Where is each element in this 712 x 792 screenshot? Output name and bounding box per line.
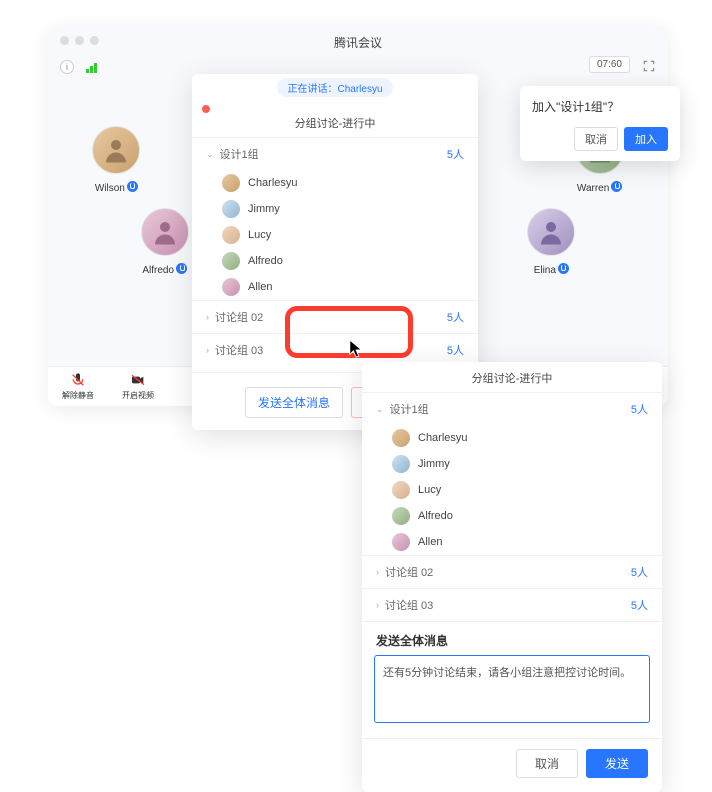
join-group-dialog: 加入"设计1组"？ 取消 加入: [520, 86, 680, 161]
chevron-right-icon: ›: [206, 312, 209, 322]
member-name: Jimmy: [248, 203, 280, 215]
send-button[interactable]: 发送: [586, 749, 648, 778]
avatar-icon: [392, 455, 410, 473]
avatar: [141, 208, 189, 256]
signal-icon: [86, 61, 97, 73]
avatar: [527, 208, 575, 256]
avatar-icon: [392, 533, 410, 551]
avatar-icon: [392, 429, 410, 447]
participant-name: Warren: [577, 183, 609, 194]
meeting-timer: 07:60: [589, 56, 630, 73]
group-count: 5人: [447, 146, 464, 162]
group-header[interactable]: › 讨论组 02 5人: [362, 556, 662, 588]
cancel-button[interactable]: 取消: [574, 127, 618, 151]
info-icon[interactable]: i: [60, 60, 74, 74]
chevron-right-icon: ›: [376, 567, 379, 577]
group-block: ⌄ 设计1组 5人 Charlesyu Jimmy Lucy Alfredo A…: [192, 137, 478, 300]
member-row[interactable]: Allen: [192, 274, 478, 300]
mic-icon: [127, 181, 138, 192]
speaking-prefix: 正在讲话：: [287, 84, 337, 95]
member-row[interactable]: Lucy: [192, 222, 478, 248]
member-name: Charlesyu: [248, 177, 298, 189]
member-name: Allen: [248, 281, 272, 293]
toolbar-label: 解除静音: [62, 390, 94, 401]
record-icon: [202, 105, 210, 113]
member-row[interactable]: Alfredo: [192, 248, 478, 274]
close-dot[interactable]: [60, 36, 69, 45]
avatar-icon: [222, 278, 240, 296]
mic-icon: [176, 263, 187, 274]
group-name: 讨论组 02: [215, 309, 263, 325]
group-header[interactable]: › 讨论组 02 5人: [192, 301, 478, 333]
member-row[interactable]: Alfredo: [362, 503, 662, 529]
unmute-button[interactable]: 解除静音: [48, 367, 108, 406]
chevron-down-icon: ⌄: [376, 404, 384, 415]
video-button[interactable]: 开启视频: [108, 367, 168, 406]
member-name: Jimmy: [418, 458, 450, 470]
join-button[interactable]: 加入: [624, 127, 668, 151]
member-name: Lucy: [418, 484, 441, 496]
participant-name: Elina: [534, 265, 556, 276]
participant-name: Wilson: [95, 183, 125, 194]
fullscreen-icon[interactable]: [642, 59, 656, 73]
group-name: 设计1组: [390, 401, 429, 417]
broadcast-button[interactable]: 发送全体消息: [245, 387, 343, 418]
cursor-icon: [348, 338, 366, 360]
group-header[interactable]: ⌄ 设计1组 5人: [362, 393, 662, 425]
group-header[interactable]: › 讨论组 03 5人: [362, 589, 662, 621]
mic-icon: [558, 263, 569, 274]
header-left-icons: i: [60, 58, 97, 76]
chevron-down-icon: ⌄: [206, 149, 214, 160]
member-row[interactable]: Jimmy: [192, 196, 478, 222]
group-name: 讨论组 02: [385, 564, 433, 580]
participant-tile[interactable]: Wilson: [71, 126, 161, 196]
member-name: Alfredo: [248, 255, 283, 267]
group-name: 讨论组 03: [385, 597, 433, 613]
avatar: [92, 126, 140, 174]
member-row[interactable]: Charlesyu: [192, 170, 478, 196]
group-count: 5人: [631, 564, 648, 580]
avatar-icon: [222, 200, 240, 218]
broadcast-compose-panel: 分组讨论-进行中 ⌄ 设计1组 5人 Charlesyu Jimmy Lucy …: [362, 362, 662, 792]
participant-name: Alfredo: [142, 265, 174, 276]
member-name: Lucy: [248, 229, 271, 241]
group-name: 设计1组: [220, 146, 259, 162]
group-header[interactable]: ⌄ 设计1组 5人: [192, 138, 478, 170]
avatar-icon: [392, 507, 410, 525]
member-row[interactable]: Allen: [362, 529, 662, 555]
speaking-indicator: 正在讲话：Charlesyu: [277, 78, 392, 97]
toolbar-label: 开启视频: [122, 390, 154, 401]
cancel-button[interactable]: 取消: [516, 749, 578, 778]
participant-tile[interactable]: Elina: [506, 208, 596, 278]
member-name: Charlesyu: [418, 432, 468, 444]
window-controls[interactable]: [60, 36, 99, 45]
panel-title: 分组讨论-进行中: [362, 362, 662, 392]
member-name: Alfredo: [418, 510, 453, 522]
broadcast-section-title: 发送全体消息: [362, 621, 662, 655]
group-name: 讨论组 03: [215, 342, 263, 358]
panel-title: 分组讨论-进行中: [192, 115, 478, 137]
member-row[interactable]: Lucy: [362, 477, 662, 503]
group-count: 5人: [447, 342, 464, 358]
group-count: 5人: [631, 401, 648, 417]
avatar-icon: [222, 174, 240, 192]
chevron-right-icon: ›: [206, 345, 209, 355]
group-count: 5人: [447, 309, 464, 325]
dialog-text: 加入"设计1组"？: [532, 98, 668, 115]
mic-icon: [611, 181, 622, 192]
window-title: 腾讯会议: [48, 26, 668, 51]
member-name: Allen: [418, 536, 442, 548]
avatar-icon: [222, 226, 240, 244]
member-row[interactable]: Charlesyu: [362, 425, 662, 451]
group-count: 5人: [631, 597, 648, 613]
avatar-icon: [392, 481, 410, 499]
maximize-dot[interactable]: [90, 36, 99, 45]
avatar-icon: [222, 252, 240, 270]
speaking-name: Charlesyu: [337, 84, 382, 95]
broadcast-message-input[interactable]: [374, 655, 650, 723]
member-row[interactable]: Jimmy: [362, 451, 662, 477]
minimize-dot[interactable]: [75, 36, 84, 45]
chevron-right-icon: ›: [376, 600, 379, 610]
